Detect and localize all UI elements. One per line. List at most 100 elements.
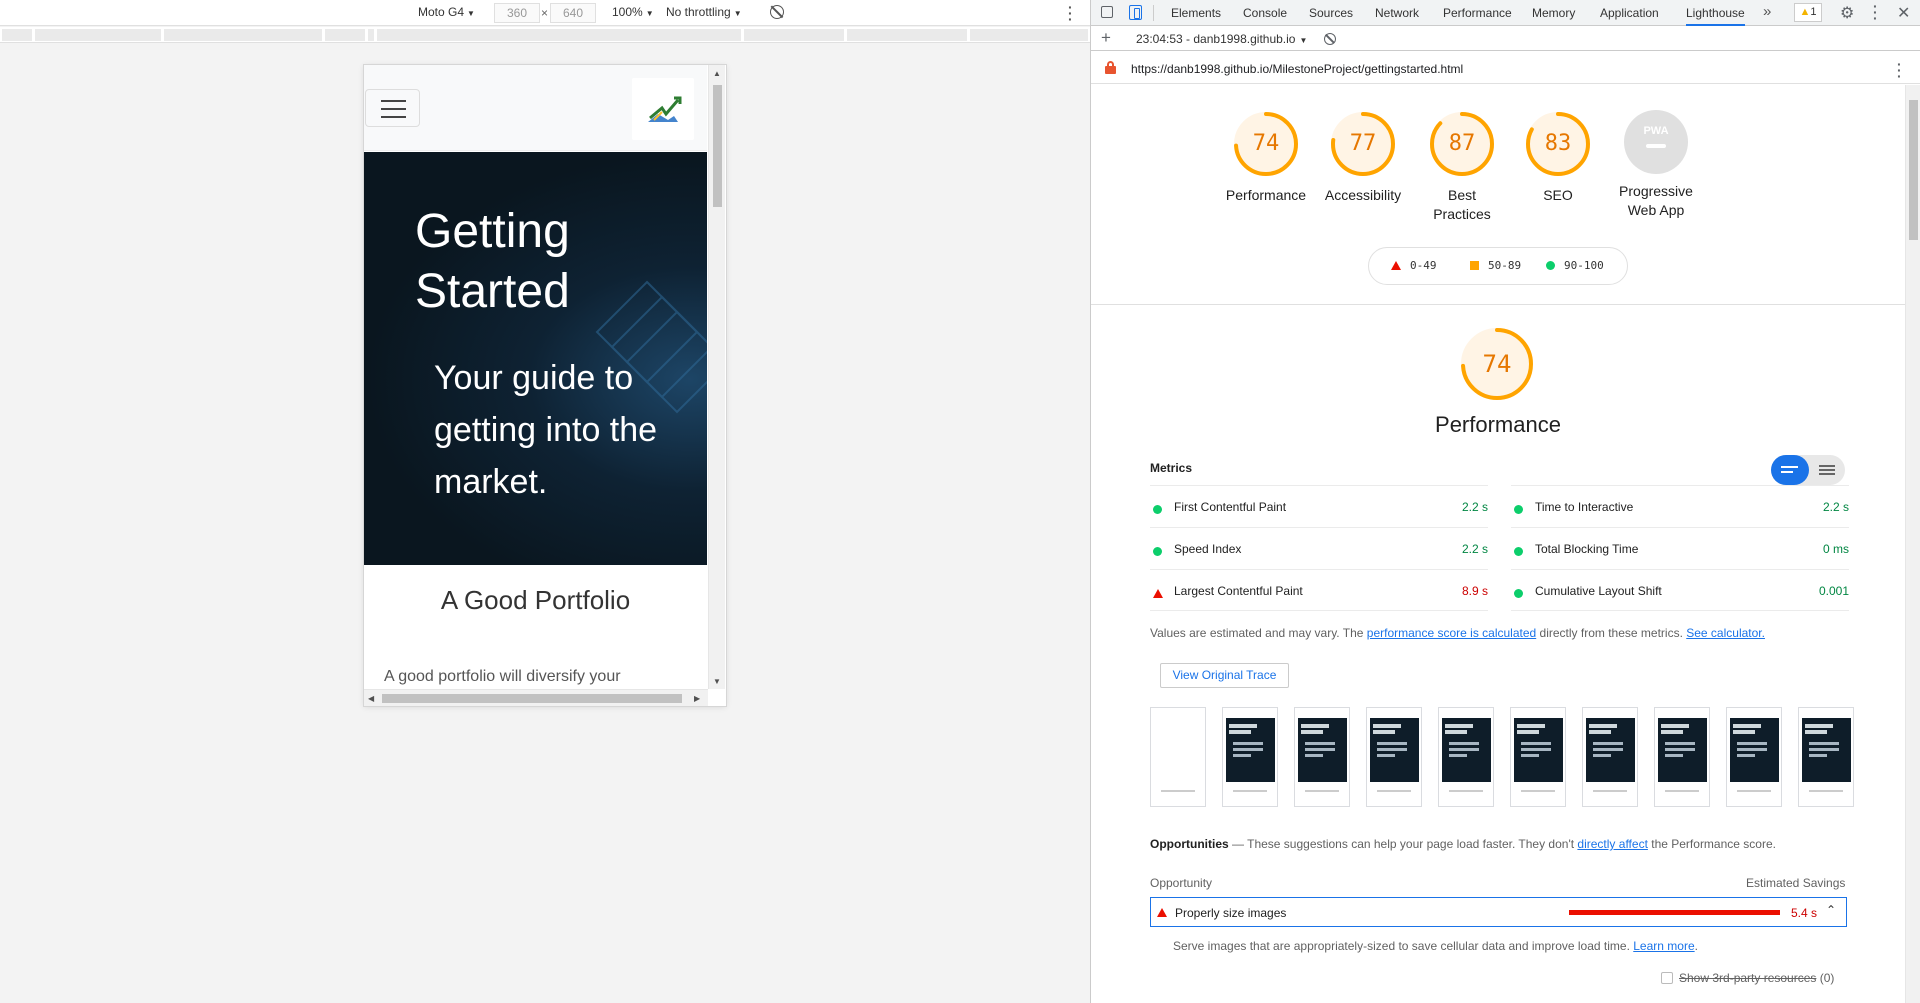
hero-title: Getting Started: [415, 205, 570, 318]
tab-elements[interactable]: Elements: [1171, 0, 1221, 26]
view-original-trace-button[interactable]: View Original Trace: [1160, 663, 1289, 688]
opportunity-title: Properly size images: [1175, 906, 1287, 920]
metric-name: Total Blocking Time: [1535, 542, 1639, 556]
metric-name: First Contentful Paint: [1174, 500, 1287, 514]
metrics-view-toggle[interactable]: [1771, 455, 1845, 485]
tab-network[interactable]: Network: [1375, 0, 1419, 26]
ruler-segment[interactable]: [35, 29, 161, 41]
tab-application[interactable]: Application: [1600, 0, 1659, 26]
settings-gear-icon[interactable]: ⚙: [1840, 3, 1854, 23]
site-logo[interactable]: [632, 78, 694, 140]
ruler-segment[interactable]: [744, 29, 844, 41]
device-viewport[interactable]: Getting Started Your guide to getting in…: [364, 65, 726, 706]
expanded-view-icon[interactable]: [1813, 455, 1843, 485]
metric-name: Speed Index: [1174, 542, 1242, 556]
directly-affect-link[interactable]: directly affect: [1577, 837, 1647, 851]
report-selector[interactable]: 23:04:53 - danb1998.github.io ▼: [1136, 32, 1307, 46]
scroll-up-arrow-icon[interactable]: ▲: [713, 69, 721, 78]
more-options-icon[interactable]: · · ·: [1068, 0, 1074, 26]
opportunities-intro-suffix: the Performance score.: [1647, 837, 1776, 851]
ruler-segment[interactable]: [325, 29, 365, 41]
report-tools-menu-icon[interactable]: · · ·: [1897, 57, 1903, 83]
ruler-segment[interactable]: [2, 29, 32, 41]
scroll-left-arrow-icon[interactable]: ◀: [368, 694, 374, 703]
metric-name: Cumulative Layout Shift: [1535, 584, 1662, 598]
tab-sources[interactable]: Sources: [1309, 0, 1353, 26]
score-gauge-best-practices[interactable]: 87 Best Practices: [1414, 110, 1510, 224]
gauge-score: 74: [1252, 131, 1280, 156]
third-party-filter[interactable]: Show 3rd-party resources (0): [1661, 971, 1834, 985]
report-selector-value: 23:04:53 - danb1998.github.io: [1136, 32, 1296, 46]
metric-first-contentful-paint[interactable]: First Contentful Paint 2.2 s: [1150, 485, 1488, 527]
opportunity-properly-size-images[interactable]: Properly size images 5.4 s ⌃: [1150, 897, 1847, 927]
close-icon[interactable]: ✕: [1897, 3, 1910, 23]
customize-menu-icon[interactable]: · · ·: [1873, 0, 1879, 25]
chevron-up-icon[interactable]: ⌃: [1826, 903, 1836, 917]
gauge-ring: 77: [1329, 110, 1397, 178]
scrollbar-thumb[interactable]: [713, 85, 722, 207]
metric-name: Time to Interactive: [1535, 500, 1634, 514]
pass-circle-icon: [1514, 544, 1532, 558]
scrollbar-thumb[interactable]: [382, 694, 682, 703]
tab-lighthouse[interactable]: Lighthouse: [1686, 0, 1745, 26]
scroll-right-arrow-icon[interactable]: ▶: [694, 694, 700, 703]
new-report-plus-icon[interactable]: +: [1101, 28, 1111, 48]
hamburger-menu-icon[interactable]: [365, 89, 420, 127]
score-gauge-performance[interactable]: 74 Performance: [1221, 110, 1311, 205]
inspect-element-icon[interactable]: [1101, 6, 1113, 18]
metric-largest-contentful-paint[interactable]: Largest Contentful Paint 8.9 s: [1150, 569, 1488, 611]
score-gauge-pwa[interactable]: PWA Progressive Web App: [1605, 110, 1707, 220]
hero-banner: Getting Started Your guide to getting in…: [364, 152, 707, 565]
scroll-down-arrow-icon[interactable]: ▼: [713, 677, 721, 686]
filmstrip-frame: [1582, 707, 1638, 807]
pass-circle-icon: [1153, 502, 1171, 516]
report-url[interactable]: https://danb1998.github.io/MilestoneProj…: [1131, 62, 1463, 76]
metric-speed-index[interactable]: Speed Index 2.2 s: [1150, 527, 1488, 569]
tab-performance[interactable]: Performance: [1443, 0, 1512, 26]
gauge-label: Best Practices: [1433, 187, 1491, 222]
vertical-scrollbar[interactable]: ▲ ▼: [708, 65, 725, 689]
fail-triangle-icon: [1153, 586, 1172, 600]
devtools-panel: Elements Console Sources Network Perform…: [1090, 0, 1920, 1003]
gauge-ring: 74: [1232, 110, 1300, 178]
learn-more-link[interactable]: Learn more: [1633, 939, 1694, 953]
metric-time-to-interactive[interactable]: Time to Interactive 2.2 s: [1511, 485, 1849, 527]
score-gauge-accessibility[interactable]: 77 Accessibility: [1318, 110, 1408, 205]
dimension-separator: ×: [541, 6, 549, 20]
ruler-segment[interactable]: [377, 29, 741, 41]
rotate-icon[interactable]: [770, 5, 784, 19]
clear-reports-icon[interactable]: [1324, 33, 1336, 45]
ruler-segment[interactable]: [164, 29, 322, 41]
report-scrollbar[interactable]: [1905, 85, 1920, 1003]
ruler-segment[interactable]: [368, 29, 374, 41]
device-select[interactable]: Moto G4 ▼: [418, 5, 475, 19]
filmstrip-frame: [1294, 707, 1350, 807]
score-gauge-seo[interactable]: 83 SEO: [1513, 110, 1603, 205]
description-text: Serve images that are appropriately-size…: [1173, 939, 1634, 953]
more-tabs-icon[interactable]: »: [1763, 3, 1771, 20]
zoom-select[interactable]: 100% ▼: [612, 5, 654, 19]
ruler-segment[interactable]: [847, 29, 967, 41]
tab-memory[interactable]: Memory: [1532, 0, 1575, 26]
width-input[interactable]: 360: [494, 3, 540, 23]
performance-score-link[interactable]: performance score is calculated: [1367, 626, 1536, 640]
warnings-badge[interactable]: ▲1: [1794, 3, 1822, 22]
legend-item-pass: 90-100: [1546, 259, 1604, 272]
metric-cumulative-layout-shift[interactable]: Cumulative Layout Shift 0.001: [1511, 569, 1849, 611]
third-party-checkbox[interactable]: [1661, 972, 1673, 984]
compact-view-icon[interactable]: [1771, 455, 1809, 485]
metric-total-blocking-time[interactable]: Total Blocking Time 0 ms: [1511, 527, 1849, 569]
filmstrip-frame: [1150, 707, 1206, 807]
ruler-segment[interactable]: [970, 29, 1088, 41]
device-toolbar-toggle-icon[interactable]: [1129, 5, 1145, 21]
see-calculator-link[interactable]: See calculator.: [1686, 626, 1765, 640]
filmstrip-frame: [1726, 707, 1782, 807]
height-input[interactable]: 640: [550, 3, 596, 23]
pwa-badge-text: PWA: [1643, 125, 1668, 137]
scrollbar-thumb[interactable]: [1909, 100, 1918, 240]
note-text: Values are estimated and may vary. The: [1150, 626, 1367, 640]
horizontal-scrollbar[interactable]: ◀ ▶: [364, 689, 708, 706]
throttling-select[interactable]: No throttling ▼: [666, 5, 742, 19]
warning-count: 1: [1810, 6, 1817, 18]
tab-console[interactable]: Console: [1243, 0, 1287, 26]
